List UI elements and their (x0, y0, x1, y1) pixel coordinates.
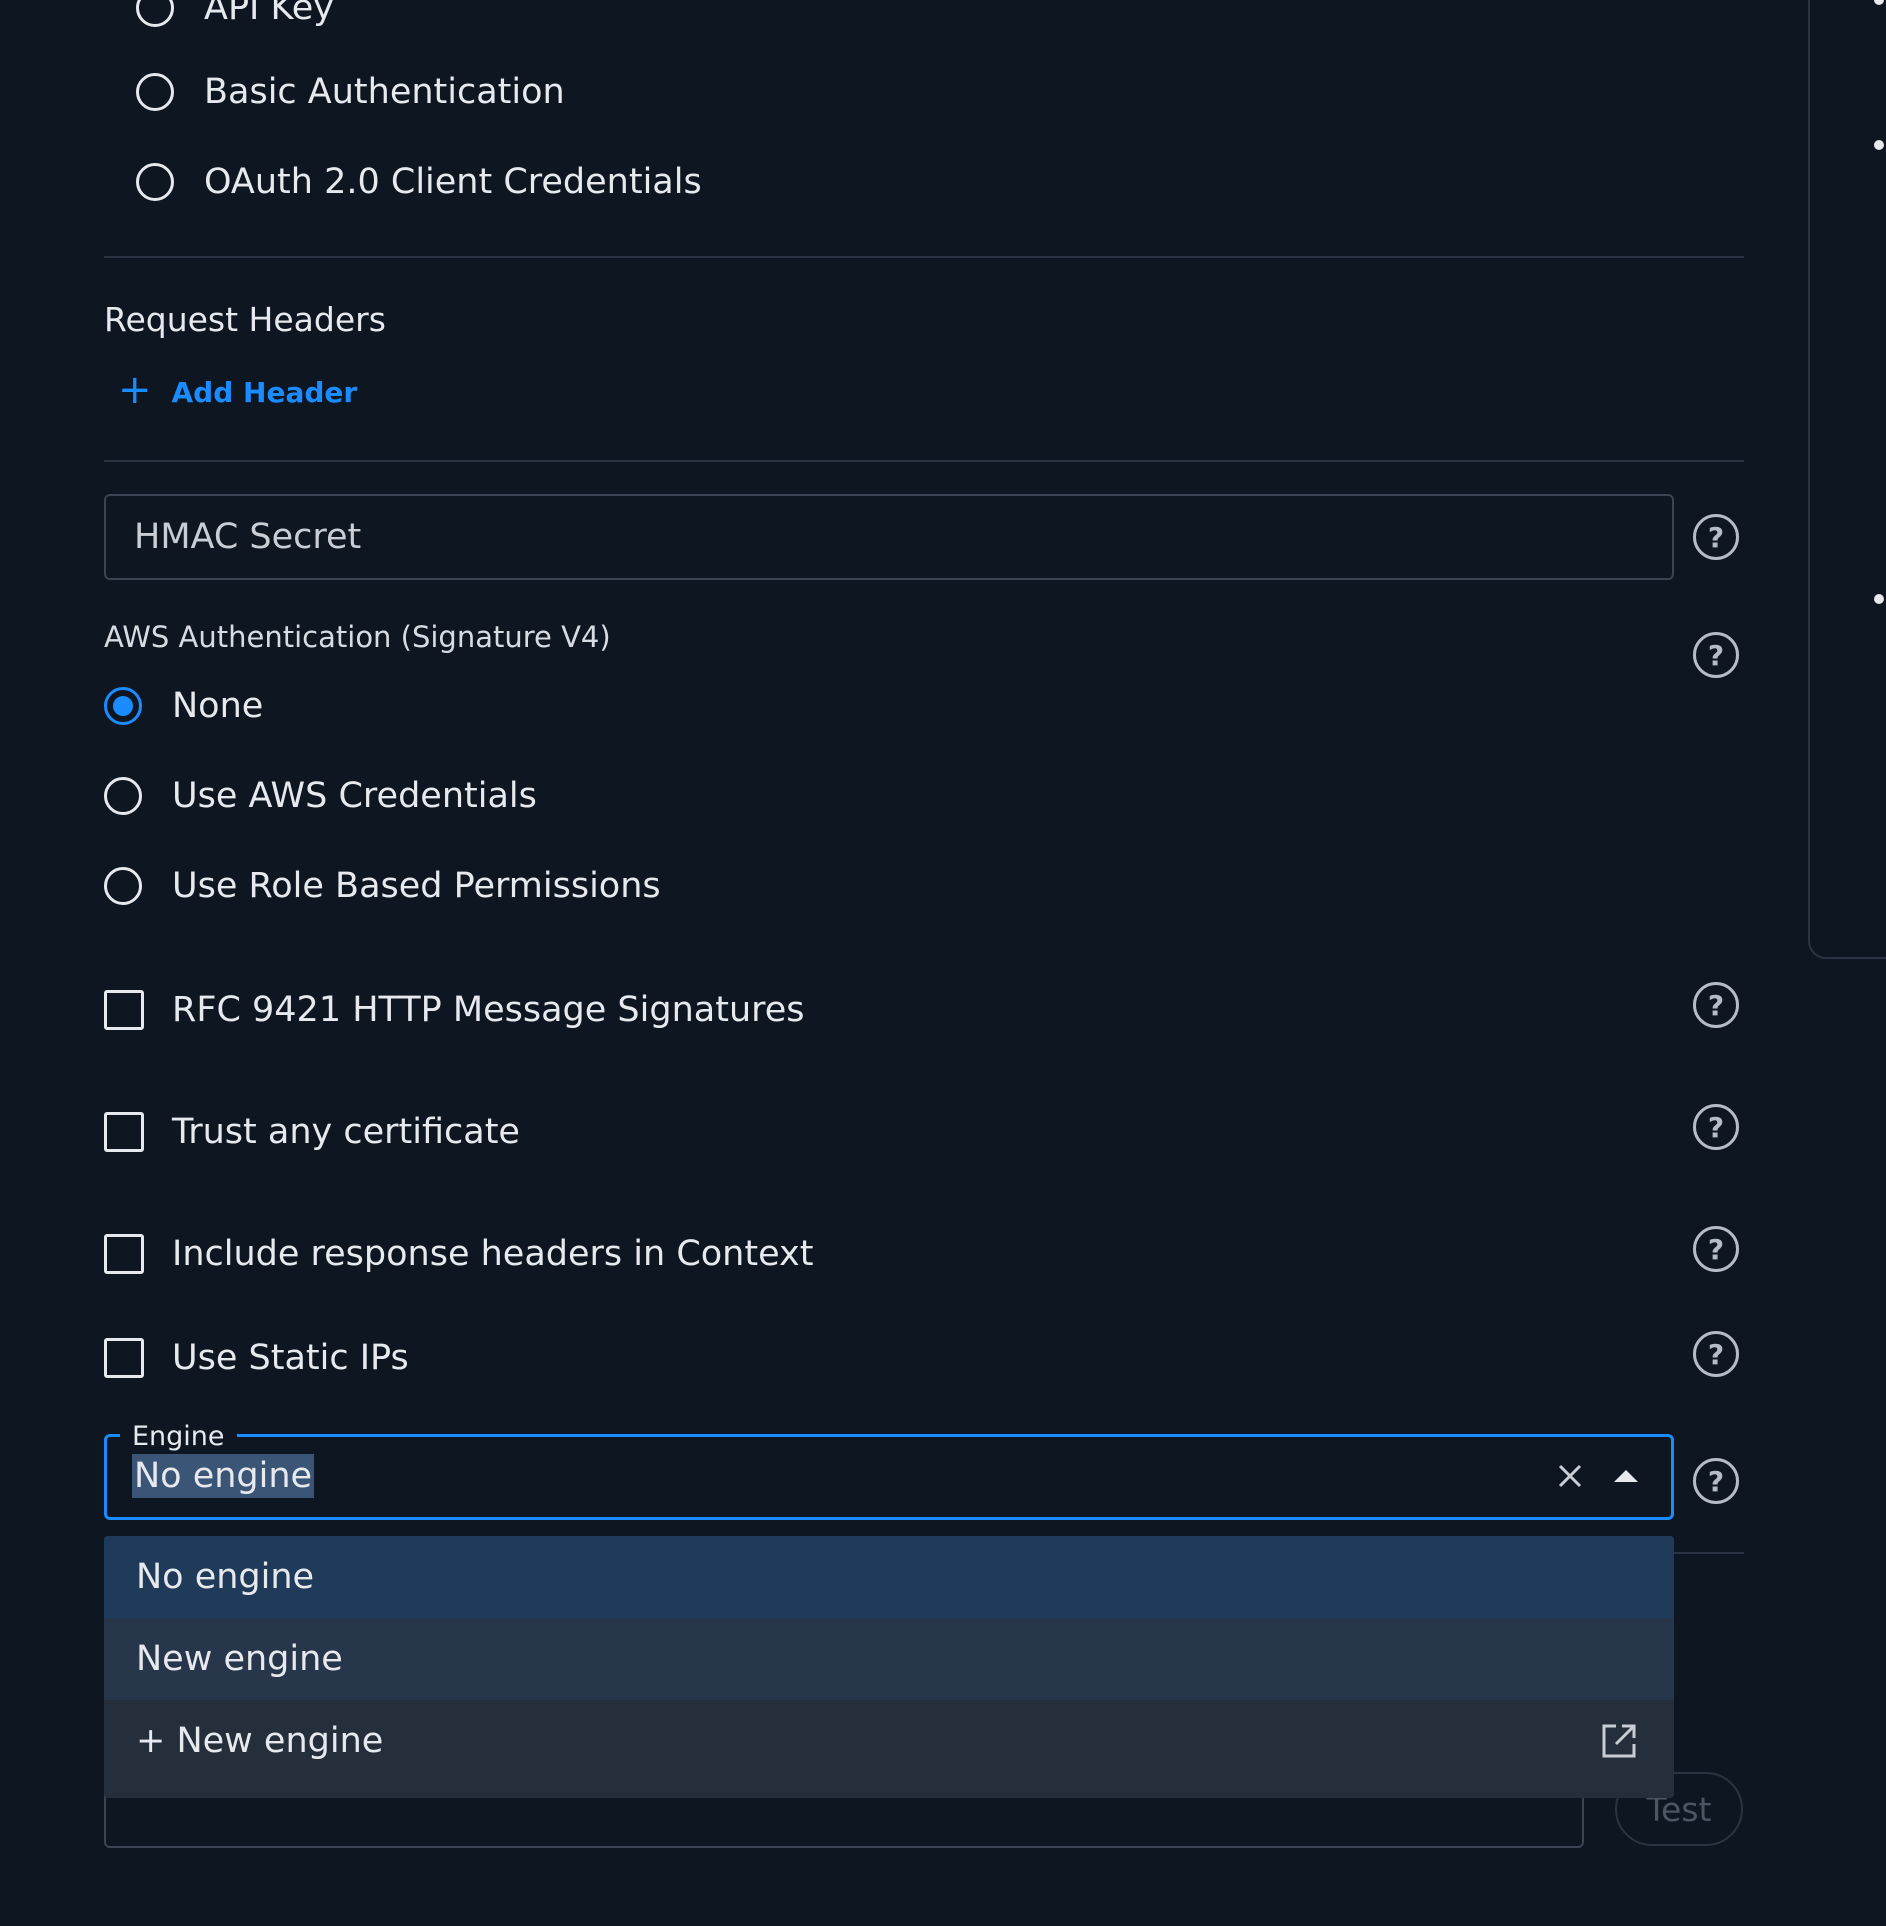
engine-input-value[interactable]: No engine (132, 1454, 315, 1498)
radio-label: Use AWS Credentials (172, 776, 537, 816)
checkbox-trust-any-certificate[interactable]: Trust any certificate (104, 1102, 520, 1162)
radio-button[interactable] (104, 777, 142, 815)
checkbox-label: Use Static IPs (172, 1338, 409, 1378)
radio-button[interactable] (136, 163, 174, 201)
help-icon[interactable]: ? (1693, 632, 1739, 678)
checkbox-include-response-headers[interactable]: Include response headers in Context (104, 1224, 813, 1284)
checkbox[interactable] (104, 1112, 144, 1152)
radio-aws-none[interactable]: None (104, 676, 263, 736)
help-icon[interactable]: ? (1693, 1226, 1739, 1272)
help-icon[interactable]: ? (1693, 1104, 1739, 1150)
engine-label: Engine (120, 1420, 237, 1454)
checkbox[interactable] (104, 1234, 144, 1274)
engine-dropdown-menu: No engine New engine + New engine (104, 1536, 1674, 1798)
hmac-secret-input[interactable] (132, 516, 1672, 558)
divider (1674, 1552, 1744, 1554)
radio-label: None (172, 686, 264, 726)
checkbox-label: Include response headers in Context (172, 1234, 814, 1274)
stepper-dot (1874, 594, 1884, 604)
clear-icon[interactable] (1552, 1458, 1588, 1494)
option-label: No engine (136, 1557, 315, 1597)
divider (104, 256, 1744, 258)
stepper-dot (1874, 140, 1884, 150)
radio-use-aws-credentials[interactable]: Use AWS Credentials (104, 766, 537, 826)
option-label: New engine (136, 1639, 343, 1679)
dropdown-option-no-engine[interactable]: No engine (104, 1536, 1674, 1618)
engine-select[interactable] (104, 1434, 1674, 1520)
radio-button-checked[interactable] (104, 687, 142, 725)
help-icon[interactable]: ? (1693, 514, 1739, 560)
checkbox-use-static-ips[interactable]: Use Static IPs (104, 1328, 409, 1388)
dropdown-option-new-engine[interactable]: New engine (104, 1618, 1674, 1700)
caret-up-icon[interactable] (1614, 1470, 1638, 1482)
radio-label: Basic Authentication (204, 72, 565, 112)
radio-button[interactable] (136, 73, 174, 111)
radio-api-key[interactable]: API Key (136, 0, 334, 38)
dropdown-option-create-new-engine[interactable]: + New engine (104, 1700, 1674, 1782)
checkbox[interactable] (104, 1338, 144, 1378)
plus-icon: + (118, 367, 152, 413)
radio-button[interactable] (104, 867, 142, 905)
radio-use-role-based-permissions[interactable]: Use Role Based Permissions (104, 856, 661, 916)
add-header-button[interactable]: + Add Header (118, 370, 358, 410)
help-icon[interactable]: ? (1693, 1331, 1739, 1377)
radio-oauth-client-credentials[interactable]: OAuth 2.0 Client Credentials (136, 152, 702, 212)
checkbox-label: RFC 9421 HTTP Message Signatures (172, 990, 805, 1030)
radio-label: API Key (204, 0, 334, 28)
radio-label: OAuth 2.0 Client Credentials (204, 162, 702, 202)
radio-basic-authentication[interactable]: Basic Authentication (136, 62, 565, 122)
radio-button[interactable] (136, 0, 174, 27)
help-icon[interactable]: ? (1693, 982, 1739, 1028)
option-label: + New engine (136, 1721, 384, 1761)
add-header-label: Add Header (171, 375, 358, 409)
checkbox-rfc9421-signatures[interactable]: RFC 9421 HTTP Message Signatures (104, 980, 805, 1040)
checkbox[interactable] (104, 990, 144, 1030)
radio-label: Use Role Based Permissions (172, 866, 661, 906)
request-headers-title: Request Headers (104, 300, 386, 339)
divider (104, 460, 1744, 462)
external-link-icon[interactable] (1600, 1722, 1638, 1760)
checkbox-label: Trust any certificate (172, 1112, 520, 1152)
help-icon[interactable]: ? (1693, 1458, 1739, 1504)
aws-auth-label: AWS Authentication (Signature V4) (104, 620, 611, 654)
hmac-secret-field[interactable] (104, 494, 1674, 580)
